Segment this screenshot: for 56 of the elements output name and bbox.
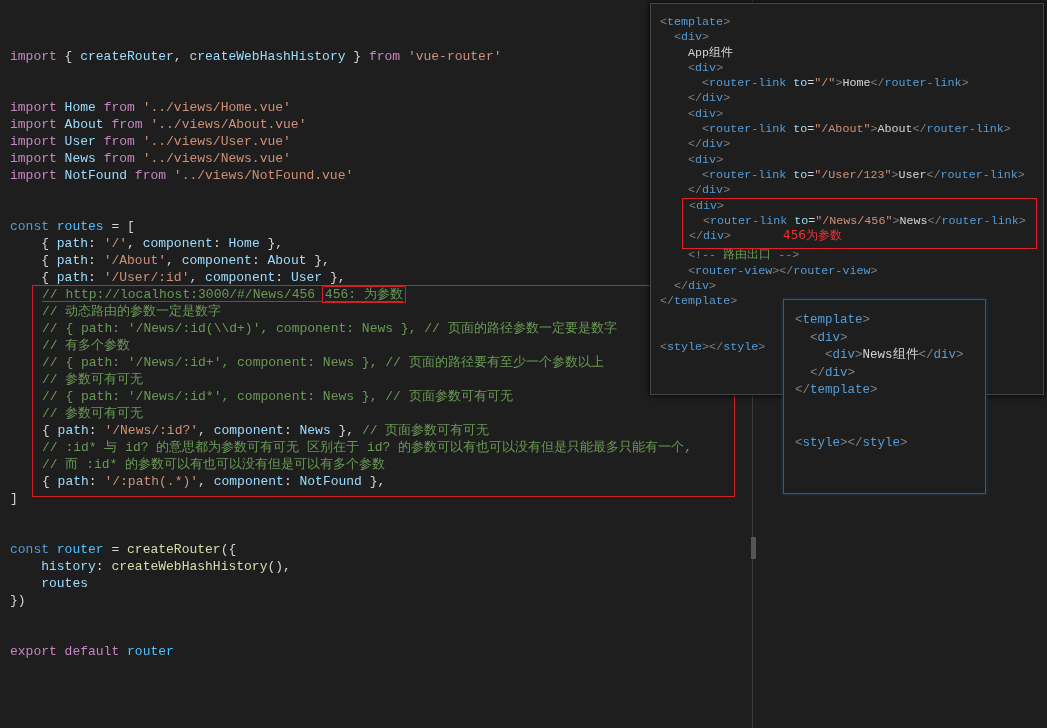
code-line: }) — [10, 592, 26, 609]
scrollbar-thumb[interactable] — [751, 537, 756, 559]
code-line: <!-- 路由出口 --> — [687, 248, 800, 264]
code-line: <router-link to="/About">About</router-link> — [701, 122, 1011, 138]
code-line: </div> — [809, 364, 856, 382]
code-line: // 参数可有可无 — [42, 405, 144, 422]
code-line: <div> — [687, 152, 724, 168]
code-line: import Home from '../views/Home.vue' — [10, 99, 291, 116]
code-line: import NotFound from '../views/NotFound.vue' — [10, 167, 354, 184]
code-line: // 有多个参数 — [42, 337, 131, 354]
code-line: <div> — [687, 106, 724, 123]
code-line: <router-link to="/">Home</router-link> — [701, 76, 969, 92]
code-line: <router-view></router-view> — [687, 263, 878, 280]
code-line: ] — [10, 490, 18, 507]
code-line: import { createRouter, createWebHashHistory } from 'vue-router' — [10, 48, 502, 65]
code-line: { path: '/:path(.*)', component: NotFound }, — [42, 473, 386, 490]
code-line: import User from '../views/User.vue' — [10, 133, 291, 150]
code-line: export default router — [10, 643, 174, 660]
code-line: <div>News组件</div> — [824, 347, 964, 364]
code-line: </div> — [687, 91, 731, 107]
code-line: </div> — [673, 279, 717, 295]
code-line: <router-link to="/User/123">User</router-link> — [701, 167, 1025, 184]
code-line: </template> — [795, 382, 878, 399]
code-line: // 而 :id* 的参数可以有也可以没有但是可以有多个参数 — [42, 456, 386, 473]
annotation-text: 456为参数 — [783, 228, 842, 244]
code-line: // http://localhost:3000/#/News/456 456: 为参数 — [42, 286, 405, 303]
code-line: // 动态路由的参数一定是数字 — [42, 303, 222, 320]
code-line: <div> — [687, 60, 724, 77]
code-line: <style></style> — [660, 340, 766, 356]
code-line: <template> — [660, 15, 731, 31]
code-line: </div> — [687, 183, 731, 199]
code-line: { path: '/About', component: About }, — [40, 252, 330, 269]
code-line: // 参数可有可无 — [42, 371, 144, 388]
code-line: { path: '/News/:id?', component: News }, // 页面参数可有可无 — [42, 422, 490, 439]
code-line: routes — [40, 575, 88, 592]
code-line: <div> — [809, 329, 848, 347]
code-line: { path: '/', component: Home }, — [40, 235, 284, 252]
code-line: import News from '../views/News.vue' — [10, 150, 291, 167]
code-line: </div> — [687, 137, 731, 153]
code-line: // :id* 与 id? 的意思都为参数可有可无 区别在于 id? 的参数可以有也可以没有但是只能最多只能有一个, — [42, 439, 693, 456]
code-line: { path: '/User/:id', component: User }, — [40, 269, 346, 286]
code-line: <div> — [673, 30, 710, 46]
code-line: App组件 — [687, 45, 734, 61]
code-line: // { path: '/News/:id(\\d+)', component: News }, // 页面的路径参数一定要是数字 — [42, 320, 617, 337]
code-line: </div> — [689, 229, 732, 245]
code-line: const router = createRouter({ — [10, 541, 237, 558]
code-line: import About from '../views/About.vue' — [10, 116, 307, 133]
code-line: <div> — [689, 198, 725, 214]
code-line: </template> — [660, 294, 738, 310]
code-line: <router-link to="/News/456">News</router-link> — [702, 213, 1026, 229]
code-line: history: createWebHashHistory(), — [40, 558, 291, 575]
code-line: // { path: '/News/:id+', component: News }, // 页面的路径要有至少一个参数以上 — [42, 354, 604, 371]
code-line: // { path: '/News/:id*', component: News }, // 页面参数可有可无 — [42, 388, 513, 405]
code-line: const routes = [ — [10, 218, 135, 235]
code-line: <template> — [795, 312, 871, 329]
code-line: <style></style> — [795, 434, 908, 452]
